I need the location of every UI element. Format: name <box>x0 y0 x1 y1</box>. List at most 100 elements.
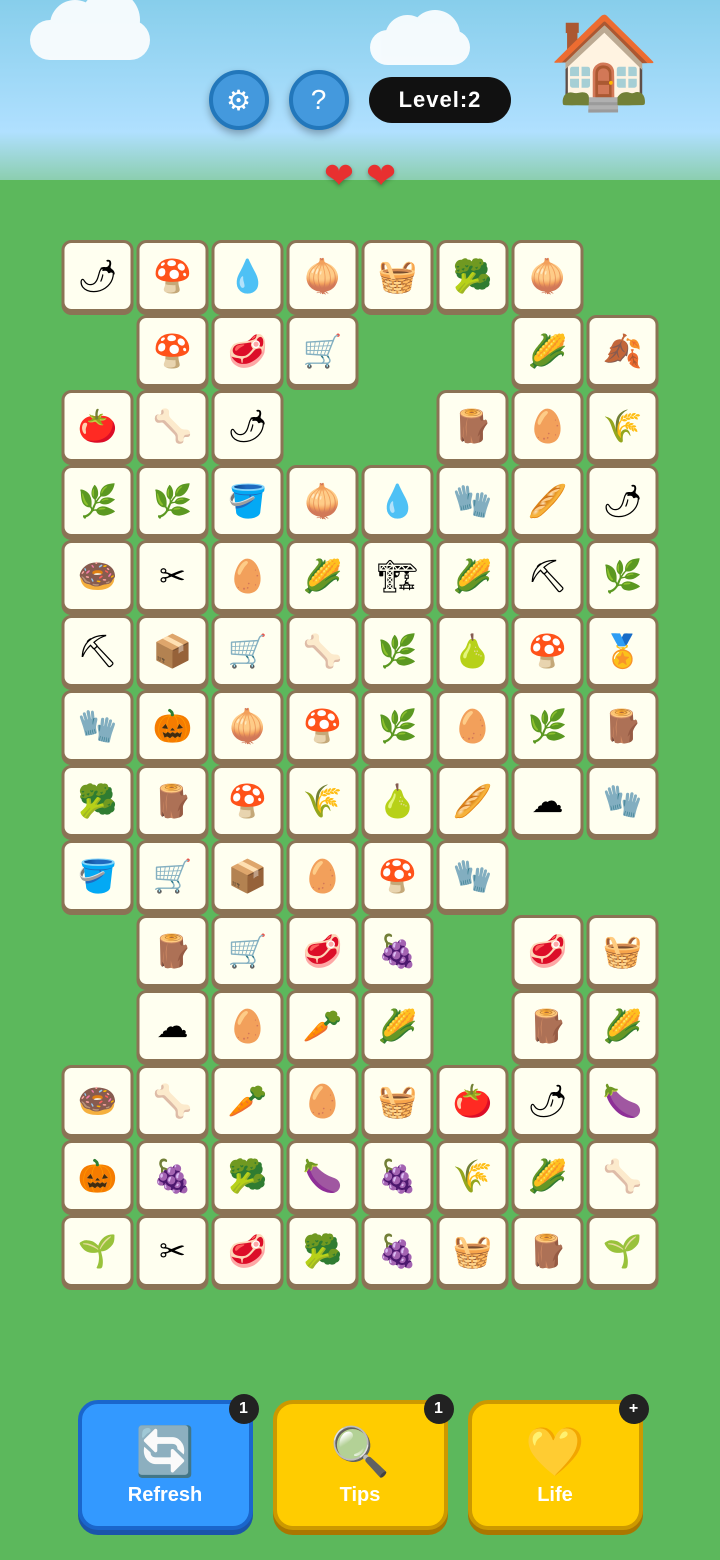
tile-7-2[interactable]: 🍄 <box>212 765 284 837</box>
tile-2-1[interactable]: 🦴 <box>137 390 209 462</box>
tile-10-1[interactable]: ☁ <box>137 990 209 1062</box>
tile-10-7[interactable]: 🌽 <box>587 990 659 1062</box>
tile-4-1[interactable]: ✂ <box>137 540 209 612</box>
tile-13-5[interactable]: 🧺 <box>437 1215 509 1287</box>
tile-9-3[interactable]: 🥩 <box>287 915 359 987</box>
tile-11-3[interactable]: 🥚 <box>287 1065 359 1137</box>
tile-12-0[interactable]: 🎃 <box>62 1140 134 1212</box>
tile-12-6[interactable]: 🌽 <box>512 1140 584 1212</box>
tile-4-4[interactable]: 🏗 <box>362 540 434 612</box>
tile-6-0[interactable]: 🧤 <box>62 690 134 762</box>
tile-9-1[interactable]: 🪵 <box>137 915 209 987</box>
tile-8-1[interactable]: 🛒 <box>137 840 209 912</box>
tile-2-6[interactable]: 🥚 <box>512 390 584 462</box>
tile-6-4[interactable]: 🌿 <box>362 690 434 762</box>
tile-12-2[interactable]: 🥦 <box>212 1140 284 1212</box>
tile-5-3[interactable]: 🦴 <box>287 615 359 687</box>
life-button[interactable]: + 💛 Life <box>468 1400 643 1530</box>
tile-13-6[interactable]: 🪵 <box>512 1215 584 1287</box>
tile-3-4[interactable]: 💧 <box>362 465 434 537</box>
refresh-button[interactable]: 1 🔄 Refresh <box>78 1400 253 1530</box>
tile-4-2[interactable]: 🥚 <box>212 540 284 612</box>
tile-6-6[interactable]: 🌿 <box>512 690 584 762</box>
tile-2-0[interactable]: 🍅 <box>62 390 134 462</box>
tile-11-1[interactable]: 🦴 <box>137 1065 209 1137</box>
tile-3-6[interactable]: 🥖 <box>512 465 584 537</box>
tile-5-1[interactable]: 📦 <box>137 615 209 687</box>
tile-0-5[interactable]: 🥦 <box>437 240 509 312</box>
tile-7-7[interactable]: 🧤 <box>587 765 659 837</box>
settings-button[interactable]: ⚙ <box>209 70 269 130</box>
tile-5-5[interactable]: 🍐 <box>437 615 509 687</box>
tile-13-0[interactable]: 🌱 <box>62 1215 134 1287</box>
tile-5-7[interactable]: 🏅 <box>587 615 659 687</box>
tile-10-3[interactable]: 🥕 <box>287 990 359 1062</box>
tile-11-4[interactable]: 🧺 <box>362 1065 434 1137</box>
tile-13-7[interactable]: 🌱 <box>587 1215 659 1287</box>
tile-6-5[interactable]: 🥚 <box>437 690 509 762</box>
tile-13-4[interactable]: 🍇 <box>362 1215 434 1287</box>
tile-2-5[interactable]: 🪵 <box>437 390 509 462</box>
tile-12-1[interactable]: 🍇 <box>137 1140 209 1212</box>
tile-6-7[interactable]: 🪵 <box>587 690 659 762</box>
tile-6-2[interactable]: 🧅 <box>212 690 284 762</box>
tile-4-7[interactable]: 🌿 <box>587 540 659 612</box>
tile-2-2[interactable]: 🌶 <box>212 390 284 462</box>
tile-1-2[interactable]: 🥩 <box>212 315 284 387</box>
tile-0-4[interactable]: 🧺 <box>362 240 434 312</box>
tile-0-1[interactable]: 🍄 <box>137 240 209 312</box>
tile-13-2[interactable]: 🥩 <box>212 1215 284 1287</box>
tile-1-7[interactable]: 🍂 <box>587 315 659 387</box>
tile-11-5[interactable]: 🍅 <box>437 1065 509 1137</box>
tile-8-2[interactable]: 📦 <box>212 840 284 912</box>
tile-3-3[interactable]: 🧅 <box>287 465 359 537</box>
tile-10-2[interactable]: 🥚 <box>212 990 284 1062</box>
tile-12-3[interactable]: 🍆 <box>287 1140 359 1212</box>
tile-10-6[interactable]: 🪵 <box>512 990 584 1062</box>
tile-5-2[interactable]: 🛒 <box>212 615 284 687</box>
tile-12-5[interactable]: 🌾 <box>437 1140 509 1212</box>
tile-6-3[interactable]: 🍄 <box>287 690 359 762</box>
tile-8-5[interactable]: 🧤 <box>437 840 509 912</box>
tile-4-5[interactable]: 🌽 <box>437 540 509 612</box>
tile-5-6[interactable]: 🍄 <box>512 615 584 687</box>
tile-11-7[interactable]: 🍆 <box>587 1065 659 1137</box>
tile-0-3[interactable]: 🧅 <box>287 240 359 312</box>
tile-3-1[interactable]: 🌿 <box>137 465 209 537</box>
tile-1-6[interactable]: 🌽 <box>512 315 584 387</box>
tile-5-4[interactable]: 🌿 <box>362 615 434 687</box>
tile-11-0[interactable]: 🍩 <box>62 1065 134 1137</box>
tile-8-3[interactable]: 🥚 <box>287 840 359 912</box>
tile-7-1[interactable]: 🪵 <box>137 765 209 837</box>
tile-0-6[interactable]: 🧅 <box>512 240 584 312</box>
tile-4-6[interactable]: ⛏ <box>512 540 584 612</box>
tile-13-1[interactable]: ✂ <box>137 1215 209 1287</box>
tile-6-1[interactable]: 🎃 <box>137 690 209 762</box>
tile-7-6[interactable]: ☁ <box>512 765 584 837</box>
tile-1-3[interactable]: 🛒 <box>287 315 359 387</box>
tile-3-0[interactable]: 🌿 <box>62 465 134 537</box>
tile-7-4[interactable]: 🍐 <box>362 765 434 837</box>
tile-2-7[interactable]: 🌾 <box>587 390 659 462</box>
tile-9-4[interactable]: 🍇 <box>362 915 434 987</box>
tile-12-4[interactable]: 🍇 <box>362 1140 434 1212</box>
tile-7-0[interactable]: 🥦 <box>62 765 134 837</box>
tile-9-2[interactable]: 🛒 <box>212 915 284 987</box>
tile-11-2[interactable]: 🥕 <box>212 1065 284 1137</box>
tile-3-2[interactable]: 🪣 <box>212 465 284 537</box>
tile-1-1[interactable]: 🍄 <box>137 315 209 387</box>
help-button[interactable]: ? <box>289 70 349 130</box>
tile-10-4[interactable]: 🌽 <box>362 990 434 1062</box>
tile-9-7[interactable]: 🧺 <box>587 915 659 987</box>
tips-button[interactable]: 1 🔍 Tips <box>273 1400 448 1530</box>
tile-12-7[interactable]: 🦴 <box>587 1140 659 1212</box>
tile-3-7[interactable]: 🌶 <box>587 465 659 537</box>
tile-7-5[interactable]: 🥖 <box>437 765 509 837</box>
tile-0-2[interactable]: 💧 <box>212 240 284 312</box>
tile-5-0[interactable]: ⛏ <box>62 615 134 687</box>
tile-4-0[interactable]: 🍩 <box>62 540 134 612</box>
tile-11-6[interactable]: 🌶 <box>512 1065 584 1137</box>
tile-7-3[interactable]: 🌾 <box>287 765 359 837</box>
tile-9-6[interactable]: 🥩 <box>512 915 584 987</box>
tile-3-5[interactable]: 🧤 <box>437 465 509 537</box>
